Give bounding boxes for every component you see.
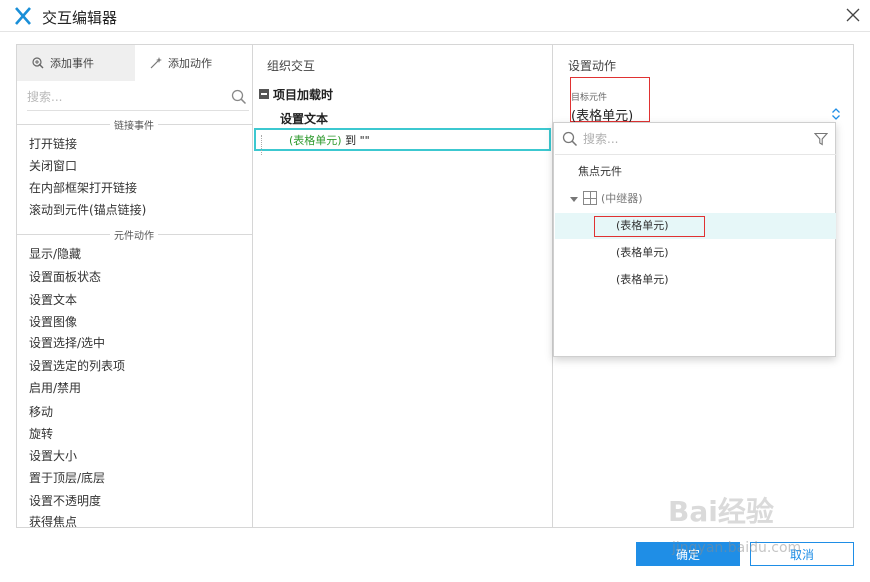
target-widget-dropdown: 焦点元件 (中继器) (表格单元) (表格单元) (表格单元) [553,122,836,357]
menu-item-rotate[interactable]: 旋转 [29,424,53,444]
section-title: 元件动作 [110,227,158,242]
chevron-updown-icon[interactable] [831,107,841,121]
search-icon[interactable] [231,89,247,105]
dropdown-item-focus-widget[interactable]: 焦点元件 [578,159,622,185]
menu-item-enable-disable[interactable]: 启用/禁用 [29,378,81,398]
menu-item-bring-front-back[interactable]: 置于顶层/底层 [29,468,105,488]
tab-add-event[interactable]: 添加事件 [17,45,135,81]
watermark-url: jingyan.baidu.com [672,540,802,556]
filter-icon[interactable] [814,132,828,146]
menu-item-set-image[interactable]: 设置图像 [29,312,77,332]
tab-bar: 添加事件 添加动作 [17,45,252,81]
menu-item-open-link[interactable]: 打开链接 [29,134,77,154]
section-title: 链接事件 [110,117,158,132]
menu-item-open-in-frame[interactable]: 在内部框架打开链接 [29,178,137,198]
section-link-events: 链接事件 [17,117,252,132]
menu-item-set-panel-state[interactable]: 设置面板状态 [29,267,101,287]
action-library-panel: 添加事件 添加动作 链接事件 打开链接 关闭窗口 在内部框架打开链接 [17,45,253,527]
section-widget-actions: 元件动作 [17,227,252,242]
tab-add-action-label: 添加动作 [168,57,212,70]
menu-item-show-hide[interactable]: 显示/隐藏 [29,244,81,264]
menu-item-set-selected[interactable]: 设置选择/选中 [29,333,105,353]
add-action-icon [150,57,162,69]
action-detail-target: (表格单元) [289,134,342,147]
menu-item-scroll-to-widget[interactable]: 滚动到元件(锚点链接) [29,200,146,220]
collapse-icon[interactable] [259,89,269,99]
dropdown-item-table-cell[interactable]: (表格单元) [616,267,669,293]
action-detail[interactable]: (表格单元) 到 "" [289,132,370,148]
dropdown-item-table-cell[interactable]: (表格单元) [616,213,669,239]
dropdown-item-table-cell[interactable]: (表格单元) [616,240,669,266]
tree-connector [261,135,262,155]
organize-interactions-panel: 组织交互 项目加载时 设置文本 (表格单元) 到 "" [253,45,553,527]
menu-item-set-text[interactable]: 设置文本 [29,290,77,310]
menu-item-move[interactable]: 移动 [29,402,53,422]
repeater-grid-icon [583,191,597,205]
axure-logo-icon [15,7,31,25]
window-title: 交互编辑器 [42,9,118,27]
expand-triangle-icon[interactable] [570,197,578,202]
dropdown-item-repeater[interactable]: (中继器) [601,186,643,212]
target-widget-label: 目标元件 [571,93,608,103]
action-detail-rest: 到 "" [341,134,370,147]
action-search [27,85,249,111]
menu-item-set-opacity[interactable]: 设置不透明度 [29,491,101,511]
menu-item-set-size[interactable]: 设置大小 [29,446,77,466]
dropdown-search [555,123,836,155]
add-event-icon [32,57,44,69]
action-search-input[interactable] [27,85,217,109]
action-node[interactable]: 设置文本 [280,110,328,127]
watermark-logo-text: Bai经验 [668,495,774,528]
menu-item-focus[interactable]: 获得焦点 [29,512,77,527]
event-node[interactable]: 项目加载时 [273,86,333,103]
search-icon [562,131,578,147]
title-bar: 交互编辑器 [0,0,870,32]
close-icon[interactable] [844,6,862,24]
organize-heading: 组织交互 [267,59,316,73]
dropdown-search-input[interactable] [583,127,793,151]
tab-add-event-label: 添加事件 [50,57,94,70]
menu-item-close-window[interactable]: 关闭窗口 [29,156,77,176]
tab-add-action[interactable]: 添加动作 [135,45,252,81]
menu-item-set-list-item[interactable]: 设置选定的列表项 [29,356,125,376]
baidu-watermark: Bai经验 jingyan.baidu.com [668,490,828,556]
configure-heading: 设置动作 [568,59,617,73]
